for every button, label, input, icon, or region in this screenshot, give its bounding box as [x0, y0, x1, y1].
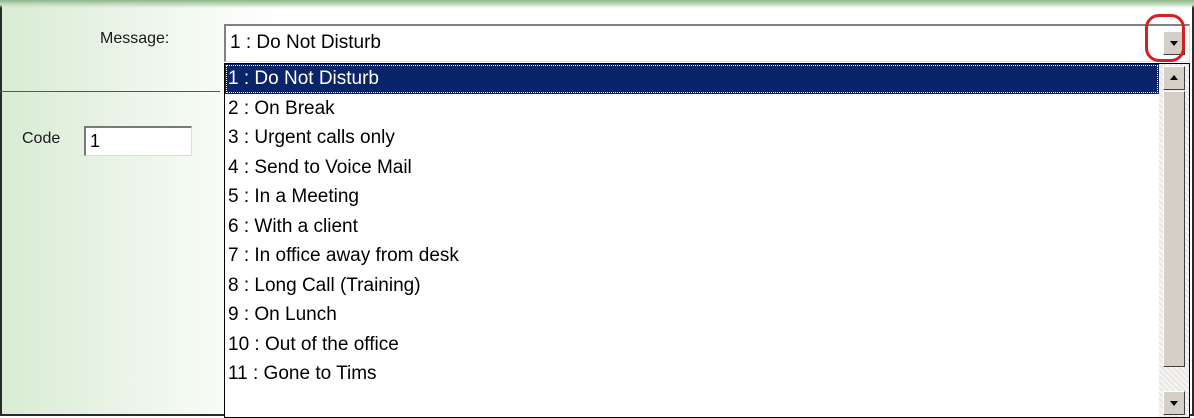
dropdown-option[interactable]: 9 : On Lunch	[225, 300, 1159, 330]
chevron-down-icon	[1170, 41, 1178, 46]
dropdown-option[interactable]: 1 : Do Not Disturb	[225, 64, 1159, 94]
message-select[interactable]: 1 : Do Not Disturb	[224, 24, 1190, 62]
dropdown-option[interactable]: 2 : On Break	[225, 94, 1159, 124]
scroll-down-button[interactable]	[1163, 391, 1185, 415]
code-label: Code	[22, 130, 61, 147]
dropdown-option[interactable]: 4 : Send to Voice Mail	[225, 153, 1159, 183]
dropdown-option[interactable]: 10 : Out of the office	[225, 330, 1159, 360]
dropdown-option[interactable]: 5 : In a Meeting	[225, 182, 1159, 212]
chevron-down-icon	[1170, 401, 1178, 406]
code-input[interactable]	[84, 126, 192, 156]
message-dropdown-list[interactable]: 1 : Do Not Disturb 2 : On Break 3 : Urgent…	[224, 63, 1190, 418]
dropdown-option[interactable]: 11 : Gone to Tims	[225, 359, 1159, 389]
section-divider	[0, 91, 220, 92]
dropdown-option[interactable]: 6 : With a client	[225, 212, 1159, 242]
message-label: Message:	[100, 30, 170, 47]
dropdown-button[interactable]	[1163, 31, 1185, 55]
dropdown-option[interactable]: 7 : In office away from desk	[225, 241, 1159, 271]
dropdown-scrollbar[interactable]	[1159, 64, 1189, 417]
top-border-shade	[0, 0, 1194, 8]
scrollbar-thumb[interactable]	[1163, 91, 1185, 367]
chevron-up-icon	[1170, 75, 1178, 80]
scroll-up-button[interactable]	[1163, 66, 1185, 90]
dropdown-option[interactable]: 8 : Long Call (Training)	[225, 271, 1159, 301]
message-select-value: 1 : Do Not Disturb	[230, 32, 381, 53]
dropdown-option[interactable]: 3 : Urgent calls only	[225, 123, 1159, 153]
dropdown-options: 1 : Do Not Disturb 2 : On Break 3 : Urgent…	[225, 64, 1159, 389]
